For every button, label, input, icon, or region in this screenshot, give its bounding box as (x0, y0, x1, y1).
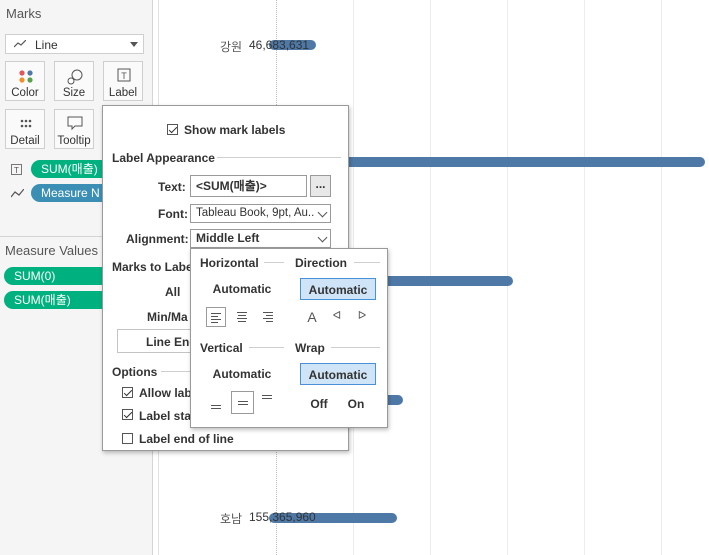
align-top-icon[interactable] (258, 391, 278, 411)
wrap-heading: Wrap (295, 341, 325, 355)
size-icon (67, 69, 83, 85)
align-right-icon[interactable] (258, 307, 278, 327)
tooltip-icon (67, 116, 83, 131)
minmax-option[interactable]: Min/Ma (147, 310, 188, 324)
path-shelf-pill[interactable]: Measure N (31, 184, 111, 202)
alignment-dropdown[interactable]: Middle Left (190, 229, 331, 248)
chevron-down-icon (317, 207, 328, 218)
section-divider (264, 262, 284, 263)
alignment-value: Middle Left (196, 231, 260, 245)
marks-title: Marks (6, 6, 42, 21)
detail-icon (20, 119, 32, 128)
color-label: Color (11, 87, 39, 99)
direction-heading: Direction (295, 256, 348, 270)
wrap-automatic-option[interactable]: Automatic (300, 363, 376, 385)
detail-button[interactable]: Detail (5, 109, 45, 149)
mark-type-dropdown[interactable]: Line (5, 34, 144, 54)
font-value: Tableau Book, 9pt, Au.. (196, 207, 315, 219)
label-start-checkbox[interactable] (122, 409, 133, 420)
section-divider (217, 157, 341, 158)
line-mark[interactable] (339, 157, 705, 167)
mark-label: 155,365,960 (249, 510, 316, 524)
align-left-icon[interactable] (206, 307, 226, 327)
show-mark-labels-checkbox[interactable] (167, 124, 178, 135)
label-end-checkbox[interactable] (122, 433, 133, 444)
color-button[interactable]: Color (5, 61, 45, 101)
svg-text:T: T (121, 71, 127, 81)
label-start-text: Label sta (139, 409, 192, 423)
color-icon (19, 70, 33, 83)
direction-down-icon[interactable]: ᐅ (354, 309, 370, 322)
text-field[interactable]: <SUM(매출)> (190, 175, 307, 197)
measure-value-pill[interactable]: SUM(매출) (4, 291, 114, 309)
all-option[interactable]: All (165, 285, 180, 299)
align-bottom-icon[interactable] (206, 395, 226, 415)
allow-labels-checkbox[interactable] (122, 387, 133, 398)
direction-automatic-option[interactable]: Automatic (300, 278, 376, 300)
tooltip-label: Tooltip (57, 135, 91, 147)
path-shelf-icon (11, 189, 24, 198)
label-shelf-pill[interactable]: SUM(매출) (31, 160, 111, 178)
options-heading: Options (112, 365, 158, 379)
gridline (584, 0, 585, 555)
direction-up-icon[interactable]: ᐊ (329, 309, 345, 322)
section-divider (249, 347, 284, 348)
label-icon: T (117, 68, 131, 82)
gridline (661, 0, 662, 555)
section-divider (161, 371, 191, 372)
line-mark-icon (14, 40, 26, 48)
vertical-automatic-option[interactable]: Automatic (205, 363, 279, 385)
row-label: 강원 (220, 40, 243, 54)
label-appearance-heading: Label Appearance (112, 151, 215, 165)
font-label: Font: (158, 207, 188, 221)
alignment-popup: Horizontal Direction Automatic Automatic… (190, 248, 388, 428)
direction-horizontal-icon[interactable]: A (304, 309, 320, 325)
allow-labels-text: Allow lab (139, 386, 192, 400)
size-button[interactable]: Size (54, 61, 94, 101)
align-center-icon[interactable] (232, 307, 252, 327)
align-middle-icon[interactable] (231, 391, 254, 414)
mark-label: 46,683,631 (249, 38, 310, 52)
section-divider (354, 262, 380, 263)
row-label: 호남 (220, 512, 243, 526)
size-label: Size (62, 87, 86, 99)
vertical-heading: Vertical (200, 341, 243, 355)
font-dropdown[interactable]: Tableau Book, 9pt, Au.. (190, 204, 331, 223)
text-label: Text: (158, 180, 186, 194)
label-label: Label (108, 87, 138, 99)
horizontal-automatic-option[interactable]: Automatic (205, 278, 279, 300)
chevron-down-icon (317, 232, 328, 243)
marks-to-label-heading: Marks to Labe (112, 260, 193, 274)
detail-label: Detail (10, 135, 40, 147)
horizontal-heading: Horizontal (200, 256, 259, 270)
wrap-on-option[interactable]: On (341, 393, 371, 415)
measure-value-pill[interactable]: SUM(0) (4, 267, 114, 285)
alignment-label: Alignment: (126, 232, 189, 246)
show-mark-labels-text: Show mark labels (184, 123, 286, 137)
svg-text:T: T (14, 166, 19, 175)
tooltip-button[interactable]: Tooltip (54, 109, 94, 149)
mark-type-label: Line (35, 38, 58, 52)
caret-down-icon (130, 42, 138, 47)
label-end-text: Label end of line (139, 432, 234, 446)
measure-values-title: Measure Values (5, 243, 98, 258)
text-shelf-icon: T (11, 164, 22, 175)
wrap-off-option[interactable]: Off (304, 393, 334, 415)
text-edit-button[interactable]: ... (310, 175, 331, 197)
label-button[interactable]: T Label (103, 61, 143, 101)
section-divider (331, 347, 380, 348)
